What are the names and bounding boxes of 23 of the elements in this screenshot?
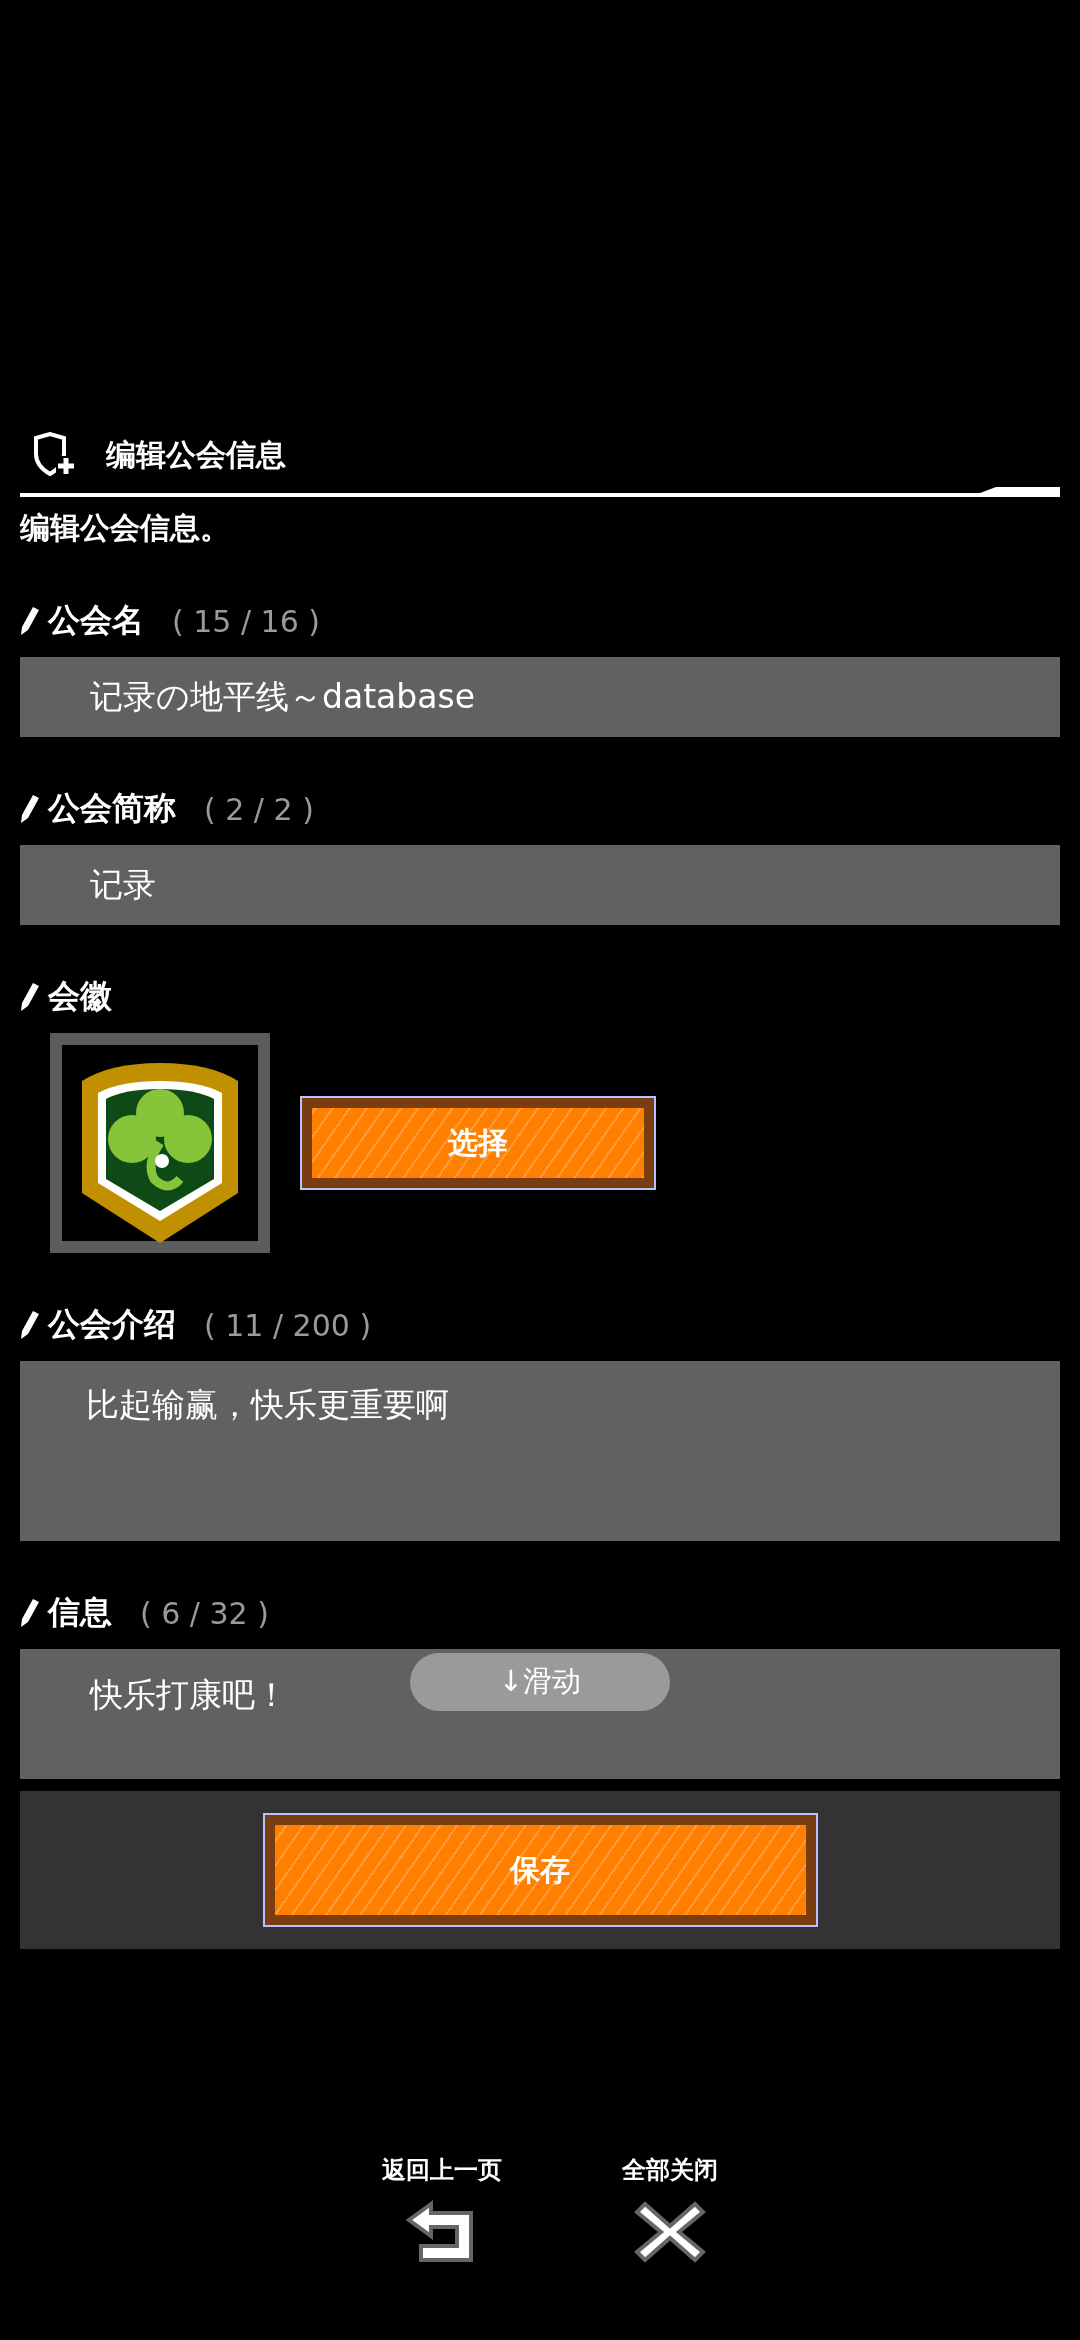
field-label: 公会介绍 bbox=[48, 1304, 176, 1345]
input-field[interactable]: 记录の地平线～database bbox=[20, 657, 1060, 737]
character-count: ( 6 / 32 ) bbox=[140, 1595, 269, 1631]
close-button[interactable]: 全部关闭 bbox=[622, 2154, 718, 2268]
description-text: 编辑公会信息。 bbox=[20, 509, 231, 547]
back-button[interactable]: 返回上一页 bbox=[382, 2154, 502, 2268]
text-area[interactable]: 比起输赢，快乐更重要啊 bbox=[20, 1361, 1060, 1541]
pencil-icon bbox=[20, 606, 40, 636]
field-label: 公会名 bbox=[48, 600, 144, 641]
field-label: 公会简称 bbox=[48, 788, 176, 829]
field-label: 信息 bbox=[48, 1592, 112, 1633]
scroll-hint: ↓滑动 bbox=[410, 1653, 670, 1711]
pencil-icon bbox=[20, 1598, 40, 1628]
pencil-icon bbox=[20, 794, 40, 824]
character-count: ( 11 / 200 ) bbox=[204, 1307, 372, 1343]
field-label: 会徽 bbox=[48, 976, 112, 1017]
pencil-icon bbox=[20, 1310, 40, 1340]
pencil-icon bbox=[20, 982, 40, 1012]
character-count: ( 15 / 16 ) bbox=[172, 603, 320, 639]
input-field[interactable]: 快乐打康吧！ ↓滑动 bbox=[20, 1649, 1060, 1779]
panel-title: 编辑公会信息 bbox=[106, 435, 286, 474]
character-count: ( 2 / 2 ) bbox=[204, 791, 314, 827]
input-field[interactable]: 记录 bbox=[20, 845, 1060, 925]
